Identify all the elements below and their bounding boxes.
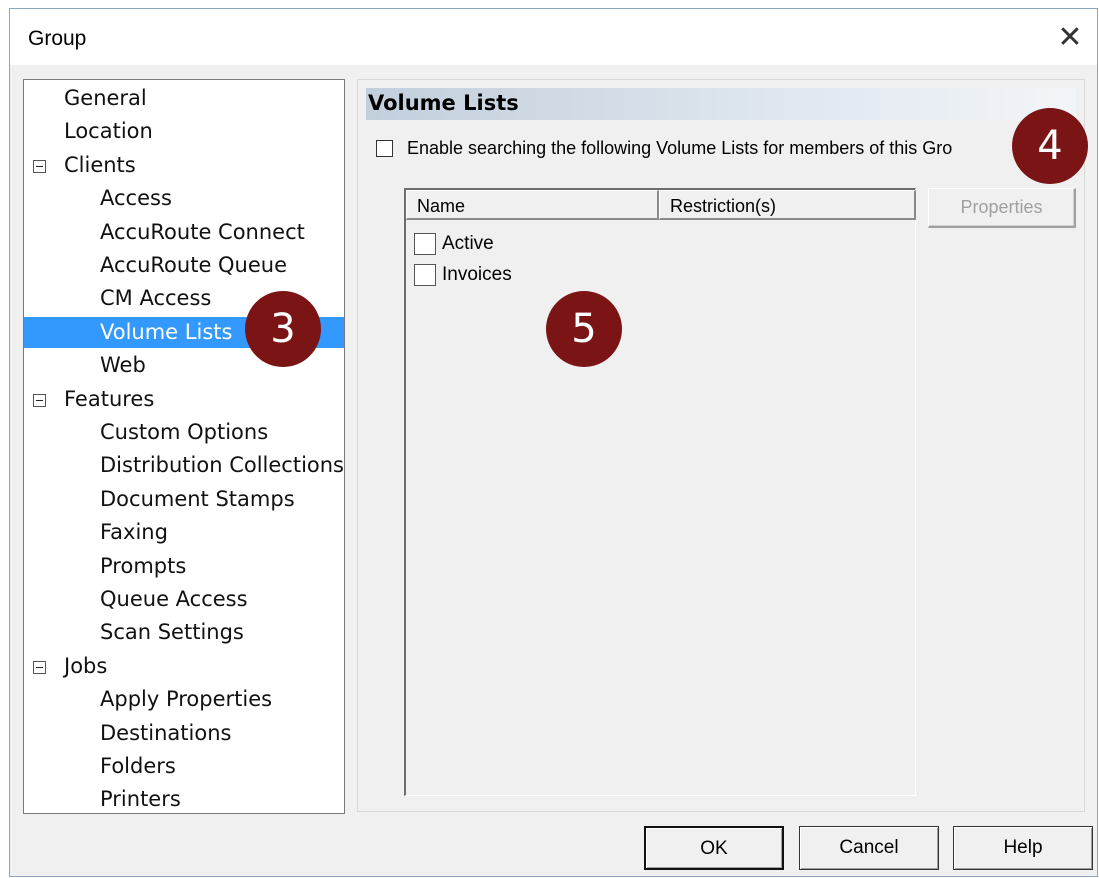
tree-item-clients[interactable]: Clients — [64, 150, 136, 181]
tree-item-scan-settings[interactable]: Scan Settings — [100, 617, 244, 648]
tree-item-location[interactable]: Location — [64, 116, 153, 147]
enable-search-label: Enable searching the following Volume Li… — [407, 137, 953, 158]
tree-item-features[interactable]: Features — [64, 384, 154, 415]
window-title: Group — [28, 27, 87, 50]
tree-item-destinations[interactable]: Destinations — [100, 718, 231, 749]
tree-item-faxing[interactable]: Faxing — [100, 517, 168, 548]
help-button[interactable]: Help — [953, 826, 1093, 870]
tree-item-document-stamps[interactable]: Document Stamps — [100, 484, 295, 515]
tree-item-prompts[interactable]: Prompts — [100, 551, 186, 582]
tree-item-distribution-collections[interactable]: Distribution Collections — [100, 450, 344, 481]
tree-item-web[interactable]: Web — [100, 350, 146, 381]
panel-title: Volume Lists — [368, 91, 519, 115]
tree-item-apply-properties[interactable]: Apply Properties — [100, 684, 272, 715]
tree-item-custom-options[interactable]: Custom Options — [100, 417, 268, 448]
row-name: Active — [442, 233, 494, 254]
row-name: Invoices — [442, 264, 512, 285]
navigation-tree: General Location Clients Access AccuRoute Co… — [23, 79, 345, 814]
tree-item-folders[interactable]: Folders — [100, 751, 176, 782]
row-checkbox[interactable] — [414, 264, 436, 286]
collapse-toggle-icon[interactable] — [33, 660, 46, 674]
column-header-name[interactable]: Name — [406, 190, 659, 220]
tree-item-jobs[interactable]: Jobs — [64, 651, 107, 682]
tree-item-general[interactable]: General — [64, 83, 147, 114]
tree-item-printers[interactable]: Printers — [100, 784, 181, 813]
properties-button[interactable]: Properties — [928, 188, 1076, 228]
table-header: Name Restriction(s) — [406, 190, 916, 220]
tree-item-accuroute-connect[interactable]: AccuRoute Connect — [100, 217, 305, 248]
table-row[interactable]: Invoices — [414, 261, 512, 289]
collapse-toggle-icon[interactable] — [33, 159, 46, 173]
tree-item-accuroute-queue[interactable]: AccuRoute Queue — [100, 250, 287, 281]
callout-marker-4: 4 — [1012, 108, 1088, 184]
callout-marker-3: 3 — [245, 291, 321, 367]
column-header-restrictions[interactable]: Restriction(s) — [659, 190, 916, 220]
title-bar: Group ✕ — [10, 9, 1097, 65]
group-dialog: Group ✕ General Location Clients Access Accu… — [9, 8, 1098, 877]
row-checkbox[interactable] — [414, 233, 436, 255]
panel-header: Volume Lists — [366, 88, 1076, 120]
cancel-button[interactable]: Cancel — [799, 826, 939, 870]
tree-item-queue-access[interactable]: Queue Access — [100, 584, 248, 615]
ok-button[interactable]: OK — [644, 826, 784, 870]
enable-row: Enable searching the following Volume Li… — [376, 136, 952, 160]
tree-item-access[interactable]: Access — [100, 183, 172, 214]
volume-lists-panel: Volume Lists Enable searching the follow… — [357, 79, 1085, 812]
tree-item-cm-access[interactable]: CM Access — [100, 283, 211, 314]
table-row[interactable]: Active — [414, 230, 494, 258]
callout-marker-5: 5 — [546, 291, 622, 367]
collapse-toggle-icon[interactable] — [33, 393, 46, 407]
close-icon[interactable]: ✕ — [1051, 19, 1089, 55]
volume-lists-table[interactable]: Name Restriction(s) Active Invoices — [404, 188, 916, 796]
enable-search-checkbox[interactable] — [376, 139, 393, 157]
